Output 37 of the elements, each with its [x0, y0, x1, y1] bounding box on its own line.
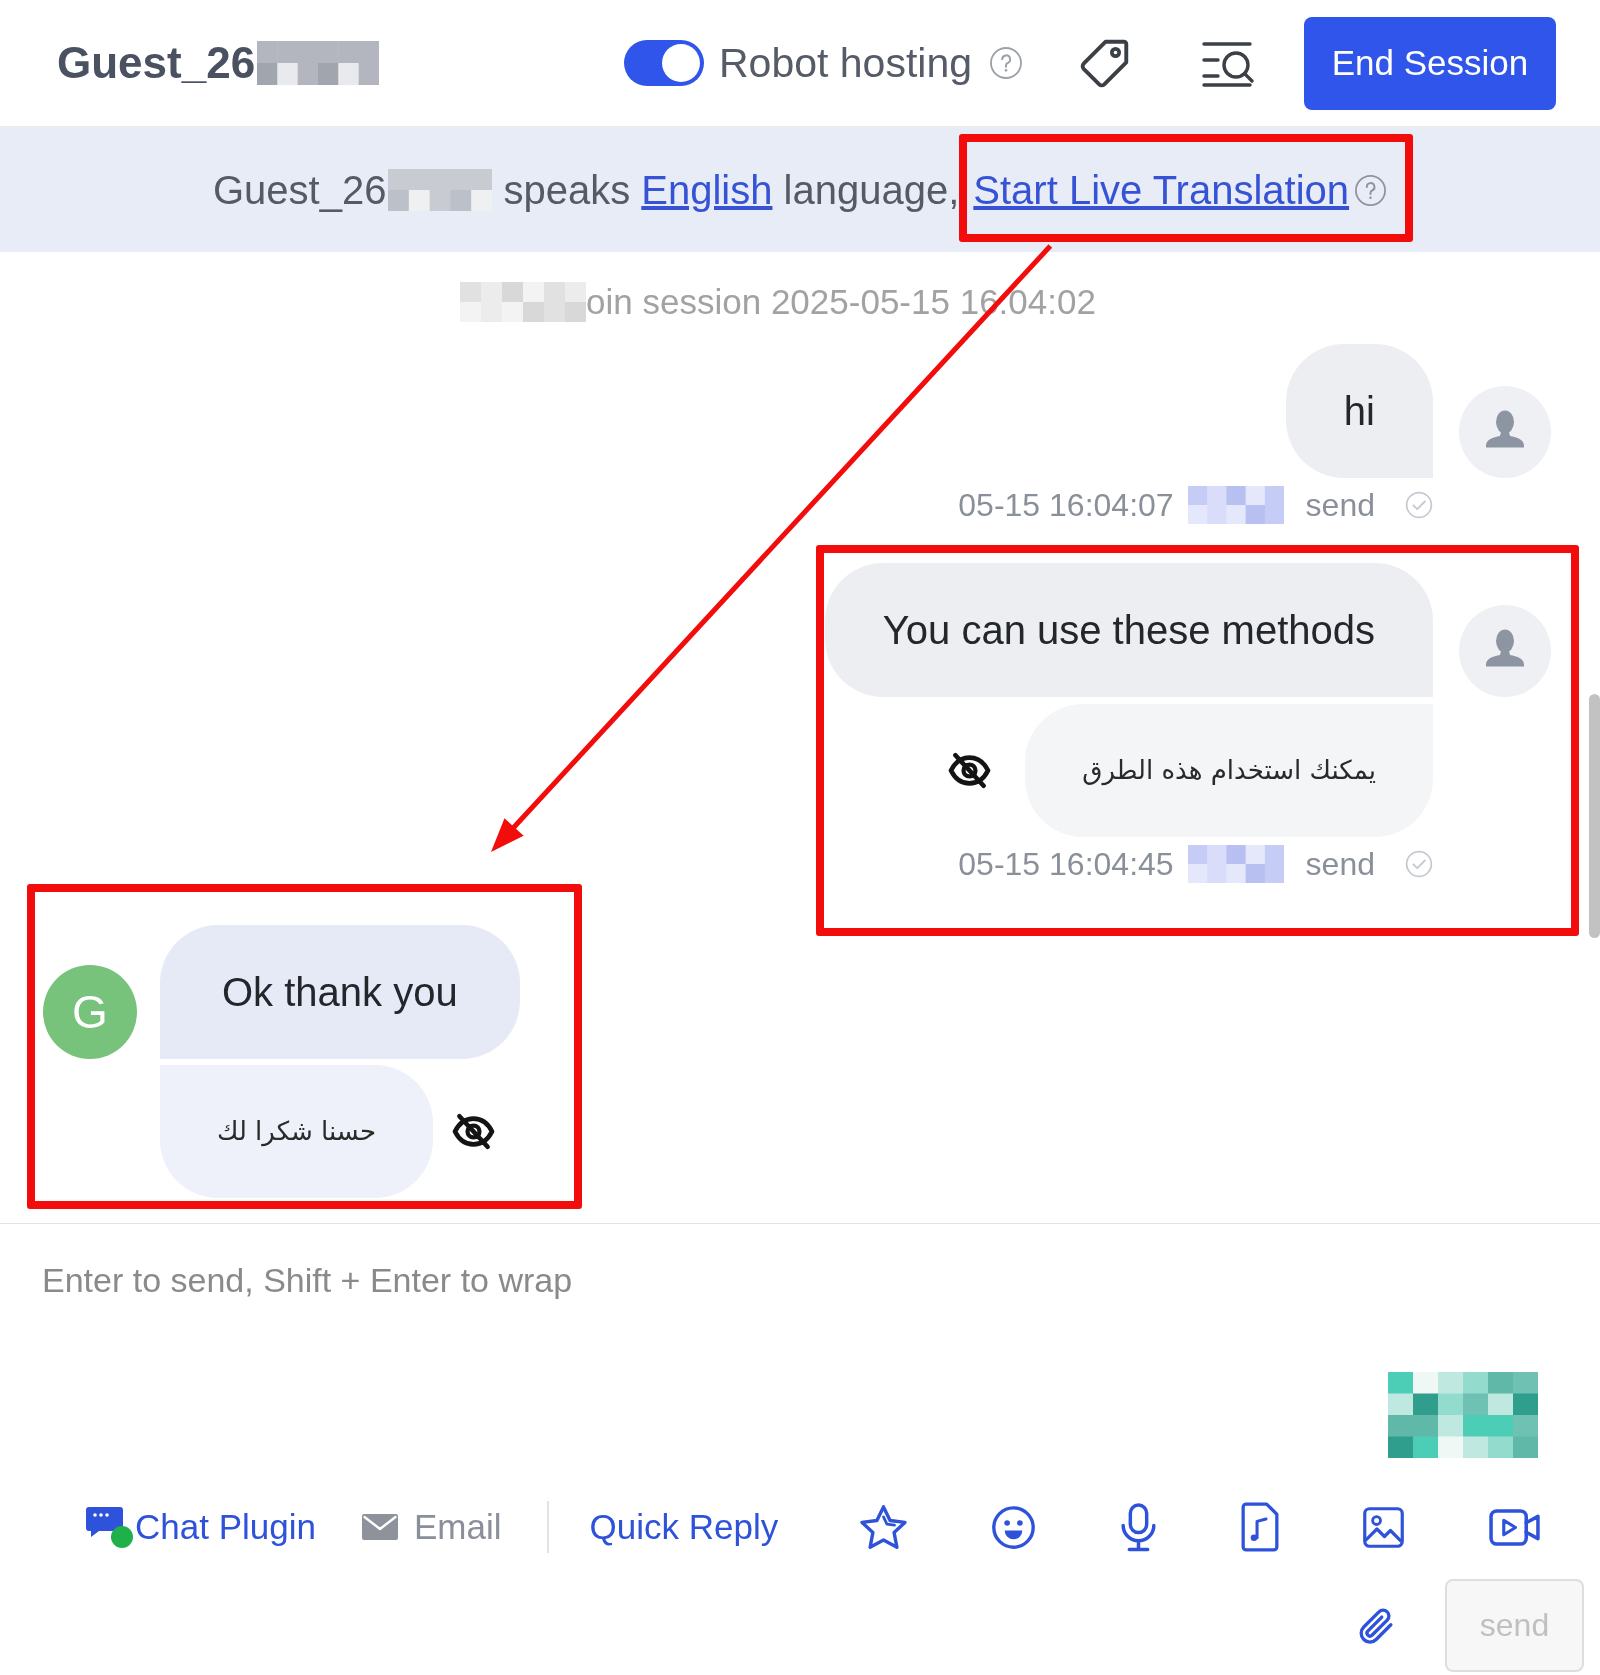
toggle-switch[interactable]	[624, 40, 704, 86]
star-icon[interactable]	[858, 1502, 910, 1552]
chat-plugin-button[interactable]: Chat Plugin	[85, 1506, 316, 1548]
message-bubble: hi	[1285, 344, 1433, 478]
message-time: 05-15 16:04:07	[958, 486, 1174, 524]
start-translation-link[interactable]: Start Live Translation	[973, 167, 1350, 213]
scrollbar-thumb[interactable]	[1589, 694, 1600, 938]
status-dot-icon	[111, 1526, 133, 1548]
check-circle-icon	[1405, 850, 1433, 878]
language-notice: speaks English language,	[503, 167, 960, 213]
message-input[interactable]: Enter to send, Shift + Enter to wrap	[0, 1224, 1600, 1354]
image-icon[interactable]	[1361, 1504, 1407, 1550]
envelope-icon	[361, 1514, 398, 1540]
message-time: 05-15 16:04:45	[958, 845, 1174, 883]
guest-name: Guest_26	[212, 167, 387, 213]
toggle-label: Robot hosting	[719, 39, 972, 87]
quick-reply-button[interactable]: Quick Reply	[589, 1507, 779, 1547]
translation-bubble: حسنا شكرا لك	[160, 1065, 434, 1198]
person-silhouette-icon	[1459, 386, 1551, 478]
message-status: send	[1305, 486, 1375, 524]
smiley-icon[interactable]	[991, 1504, 1037, 1550]
eye-off-icon[interactable]	[948, 752, 992, 789]
eye-off-icon[interactable]	[452, 1113, 496, 1150]
message-status: send	[1305, 845, 1375, 883]
person-silhouette-icon	[1459, 605, 1551, 697]
language-link[interactable]: English	[641, 167, 773, 212]
chat-title: Guest_26	[57, 38, 256, 88]
help-icon[interactable]	[1354, 173, 1388, 207]
translation-bubble: يمكنك استخدام هذه الطرق	[1025, 704, 1433, 837]
music-file-icon[interactable]	[1241, 1502, 1280, 1552]
end-session-button[interactable]: End Session	[1304, 16, 1556, 110]
avatar-initial: G	[43, 965, 137, 1059]
help-icon[interactable]	[989, 46, 1023, 80]
message-bubble: Ok thank you	[160, 925, 520, 1059]
check-circle-icon	[1405, 491, 1433, 519]
chat-bubble-icon	[85, 1506, 125, 1538]
message-bubble: You can use these methods	[824, 563, 1433, 697]
